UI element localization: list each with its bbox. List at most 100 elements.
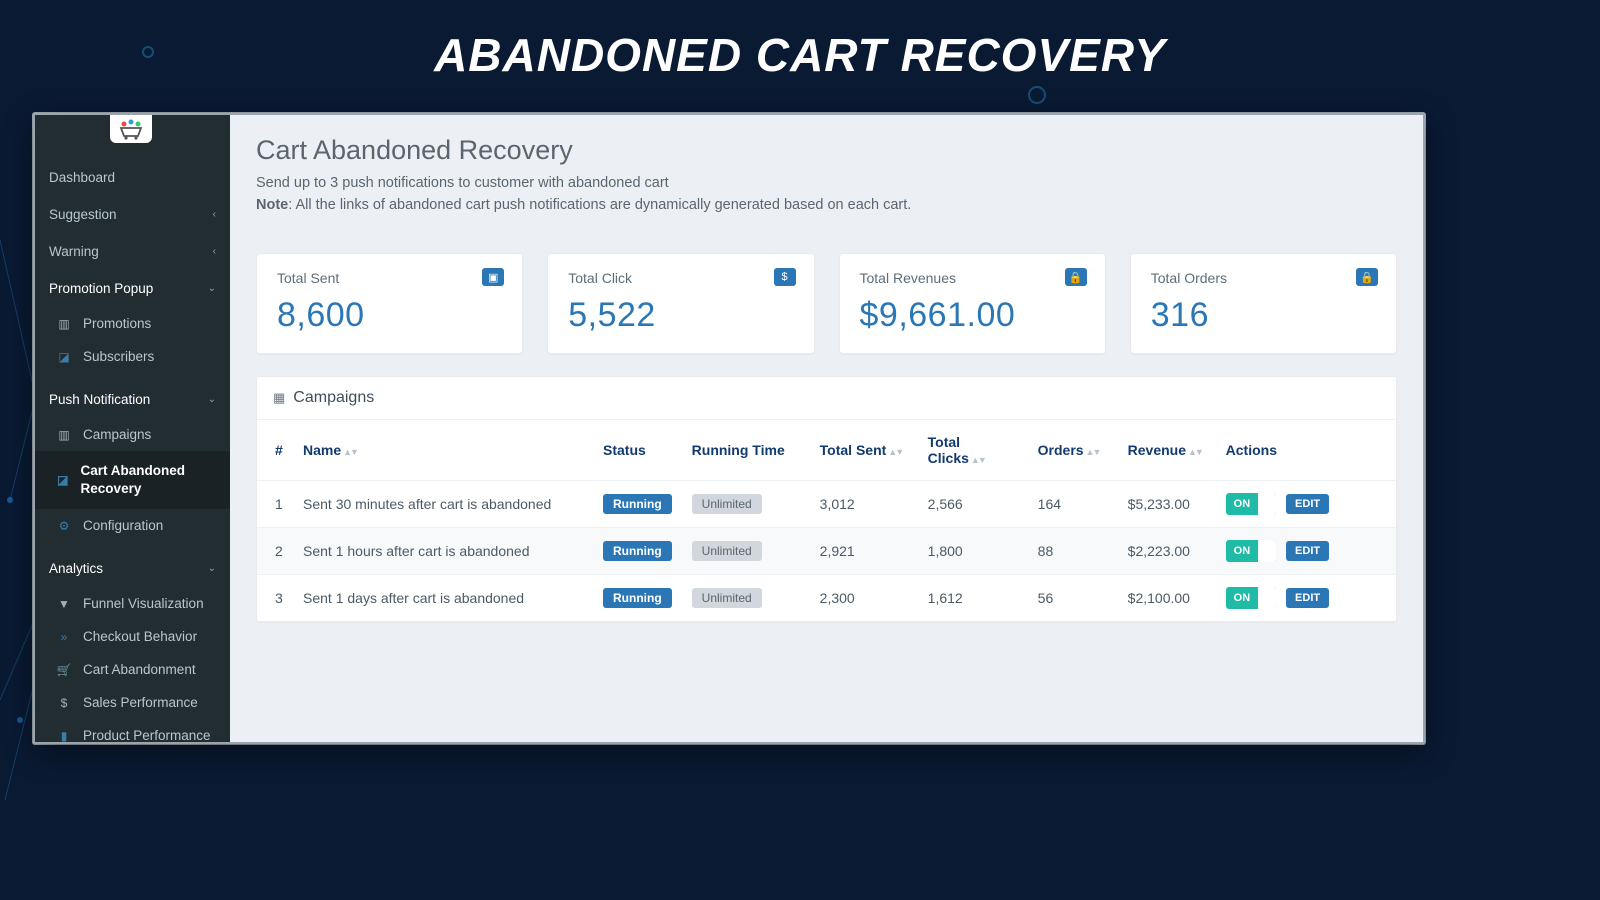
page-title: Cart Abandoned Recovery [256,135,1397,166]
cell-sent: 2,300 [810,575,918,622]
sidebar-item-checkout[interactable]: »Checkout Behavior [35,620,230,653]
lock-icon: 🔒 [1065,268,1087,286]
cell-name: Sent 30 minutes after cart is abandoned [293,481,593,528]
chevron-down-icon: ⌄ [208,394,216,405]
cell-num: 2 [257,528,293,575]
lock-icon: 🔒 [1356,268,1378,286]
main-content: Cart Abandoned Recovery Send up to 3 pus… [230,115,1423,742]
cell-orders: 88 [1028,528,1118,575]
stat-label: Total Sent [277,270,502,286]
cell-status: Running [593,575,682,622]
toggle-on[interactable]: ON [1226,540,1277,562]
cell-name: Sent 1 hours after cart is abandoned [293,528,593,575]
stat-value: 5,522 [568,296,793,335]
book-icon: ◪ [57,473,69,487]
stats-row: Total Sent ▣ 8,600 Total Click $ 5,522 T… [230,223,1423,354]
cell-actions: ON EDIT [1216,528,1396,575]
gear-icon: ⚙ [57,519,71,533]
th-total-clicks[interactable]: Total Clicks▲▼ [918,420,1028,481]
sidebar-item-promotions[interactable]: ▥Promotions [35,307,230,340]
th-status[interactable]: Status [593,420,682,481]
cell-actions: ON EDIT [1216,575,1396,622]
table-row: 3 Sent 1 days after cart is abandoned Ru… [257,575,1396,622]
cell-orders: 164 [1028,481,1118,528]
page-note: Note: All the links of abandoned cart pu… [256,197,1397,213]
chevron-down-icon: ⌄ [208,283,216,294]
sidebar-item-suggestion[interactable]: Suggestion‹ [35,196,230,233]
stat-label: Total Orders [1151,270,1376,286]
decor-circle [142,46,154,58]
cell-run: Unlimited [682,528,810,575]
sort-icon: ▲▼ [1188,447,1202,457]
sort-icon: ▲▼ [1086,447,1100,457]
table-row: 1 Sent 30 minutes after cart is abandone… [257,481,1396,528]
sidebar-item-cart-abandoned-recovery[interactable]: ◪Cart Abandoned Recovery [35,451,230,509]
edit-button[interactable]: EDIT [1286,588,1329,608]
th-running-time[interactable]: Running Time [682,420,810,481]
arrows-icon: » [57,630,71,644]
cell-name: Sent 1 days after cart is abandoned [293,575,593,622]
cell-clicks: 1,612 [918,575,1028,622]
sidebar: Dashboard Suggestion‹ Warning‹ Promotion… [35,115,230,742]
sidebar-item-funnel[interactable]: ▼Funnel Visualization [35,587,230,620]
toggle-on[interactable]: ON [1226,493,1277,515]
cell-sent: 2,921 [810,528,918,575]
campaigns-panel: ▦ Campaigns # Name▲▼ Status Running Time… [256,376,1397,622]
stat-total-revenues: Total Revenues 🔒 $9,661.00 [839,253,1106,354]
sidebar-section-push[interactable]: Push Notification⌄ [35,381,230,418]
cell-clicks: 1,800 [918,528,1028,575]
sidebar-item-cart-abandonment[interactable]: 🛒Cart Abandonment [35,653,230,686]
toggle-on[interactable]: ON [1226,587,1277,609]
page-header: Cart Abandoned Recovery Send up to 3 pus… [230,115,1423,223]
barcode-icon: ▥ [57,428,71,442]
th-revenue[interactable]: Revenue▲▼ [1118,420,1216,481]
cell-run: Unlimited [682,481,810,528]
sort-icon: ▲▼ [971,455,985,465]
banner-title: ABANDONED CART RECOVERY [0,0,1600,82]
runtime-badge: Unlimited [692,541,762,561]
stat-total-click: Total Click $ 5,522 [547,253,814,354]
campaigns-table: # Name▲▼ Status Running Time Total Sent▲… [257,419,1396,621]
th-name[interactable]: Name▲▼ [293,420,593,481]
user-icon: ◪ [57,350,71,364]
th-total-sent[interactable]: Total Sent▲▼ [810,420,918,481]
cell-clicks: 2,566 [918,481,1028,528]
chart-icon: ▮ [57,729,71,743]
logo [110,115,152,143]
cell-actions: ON EDIT [1216,481,1396,528]
stat-value: 316 [1151,296,1376,335]
edit-button[interactable]: EDIT [1286,541,1329,561]
sidebar-item-product[interactable]: ▮Product Performance [35,719,230,744]
cell-rev: $2,223.00 [1118,528,1216,575]
status-badge: Running [603,494,672,514]
sidebar-item-campaigns[interactable]: ▥Campaigns [35,418,230,451]
chevron-down-icon: ⌄ [208,563,216,574]
sidebar-section-analytics[interactable]: Analytics⌄ [35,550,230,587]
sidebar-item-dashboard[interactable]: Dashboard [35,159,230,196]
edit-button[interactable]: EDIT [1286,494,1329,514]
th-num[interactable]: # [257,420,293,481]
barcode-icon: ▥ [57,317,71,331]
th-actions: Actions [1216,420,1396,481]
cell-num: 3 [257,575,293,622]
chevron-left-icon: ‹ [213,246,216,257]
th-orders[interactable]: Orders▲▼ [1028,420,1118,481]
status-badge: Running [603,588,672,608]
sidebar-item-configuration[interactable]: ⚙Configuration [35,509,230,542]
sidebar-item-subscribers[interactable]: ◪Subscribers [35,340,230,373]
cell-num: 1 [257,481,293,528]
sidebar-item-warning[interactable]: Warning‹ [35,233,230,270]
cart-icon: 🛒 [57,663,71,677]
sidebar-item-sales[interactable]: $Sales Performance [35,686,230,719]
stat-label: Total Click [568,270,793,286]
stat-value: 8,600 [277,296,502,335]
runtime-badge: Unlimited [692,588,762,608]
sort-icon: ▲▼ [888,447,902,457]
cell-sent: 3,012 [810,481,918,528]
dollar-icon: $ [57,696,71,710]
sidebar-section-promotion[interactable]: Promotion Popup⌄ [35,270,230,307]
stat-total-sent: Total Sent ▣ 8,600 [256,253,523,354]
status-badge: Running [603,541,672,561]
decor-circle [1028,86,1046,104]
cell-orders: 56 [1028,575,1118,622]
